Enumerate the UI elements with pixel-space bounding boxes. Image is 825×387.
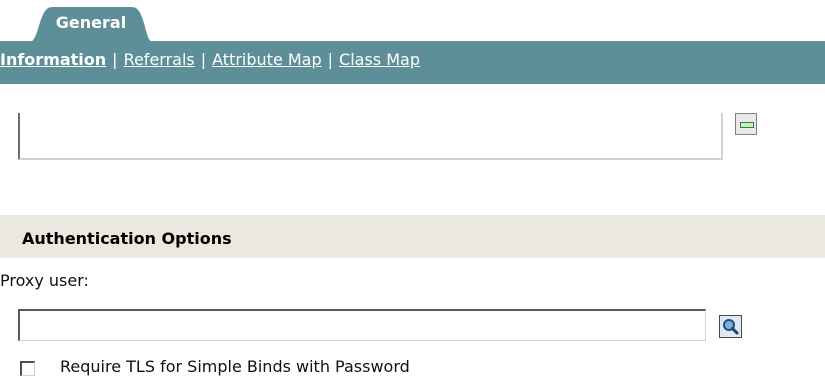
tls-checkbox-label[interactable]: Require TLS for Simple Binds with Passwo…	[60, 357, 410, 376]
magnifier-icon	[723, 319, 739, 335]
subnav-item-information[interactable]: Information	[0, 50, 106, 69]
subnav-item-attribute-map[interactable]: Attribute Map	[212, 50, 322, 69]
subnav-separator: |	[112, 50, 118, 69]
section-title: Authentication Options	[22, 229, 232, 248]
list-textarea[interactable]	[18, 113, 723, 160]
tls-checkbox[interactable]	[20, 361, 35, 376]
subnav-bar: Information | Referrals | Attribute Map | Clas…	[0, 41, 825, 84]
edit-list-button[interactable]	[735, 113, 757, 135]
ldap-group-settings: General Information | Referrals | Attribute …	[0, 0, 825, 387]
authentication-options-header: Authentication Options	[0, 215, 825, 258]
tab-general[interactable]: General	[28, 5, 154, 43]
subnav-separator: |	[327, 50, 334, 69]
tab-general-label: General	[55, 13, 127, 32]
subnav-item-class-map[interactable]: Class Map	[339, 50, 420, 69]
subnav-separator: |	[200, 50, 207, 69]
subnav-item-referrals[interactable]: Referrals	[124, 50, 195, 69]
subnav-links: Information | Referrals | Attribute Map | Clas…	[0, 50, 420, 69]
proxy-user-label: Proxy user:	[0, 271, 89, 290]
edit-list-icon	[740, 122, 754, 128]
proxy-user-browse-button[interactable]	[719, 315, 742, 338]
proxy-user-input[interactable]	[18, 309, 706, 341]
